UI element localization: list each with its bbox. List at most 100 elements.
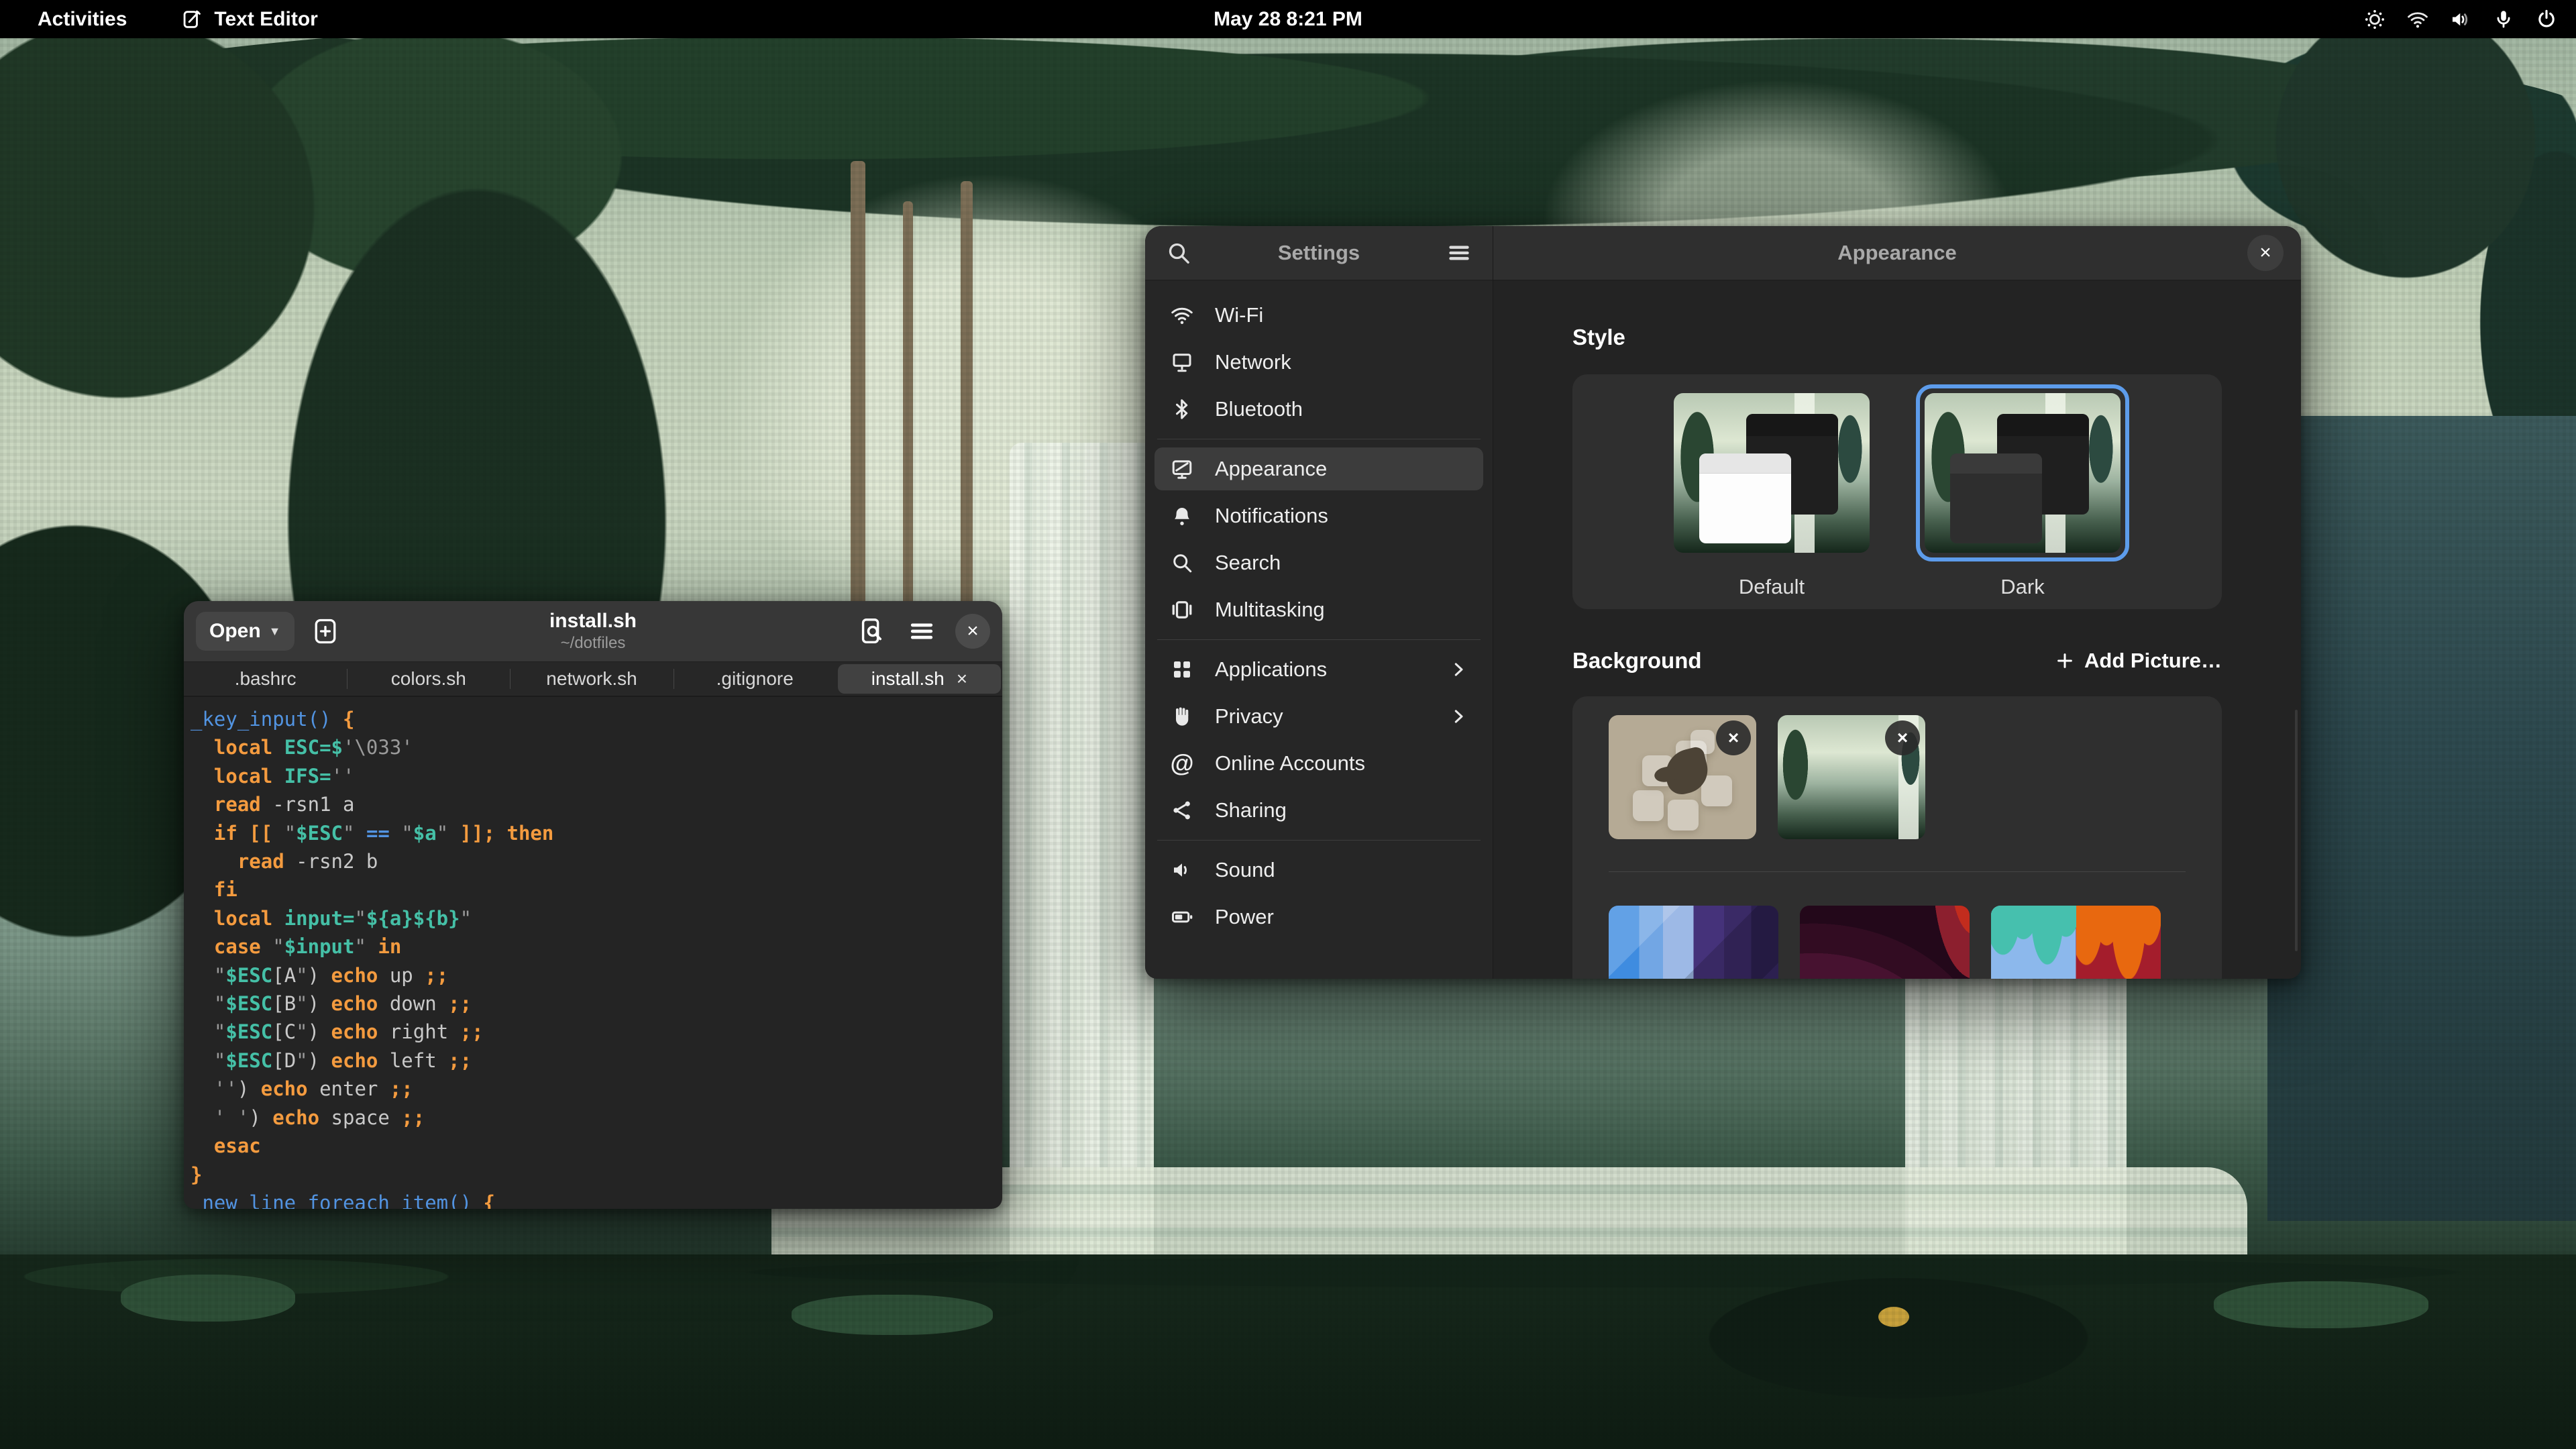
blue-orange-drips-wallpaper[interactable]	[1991, 906, 2161, 979]
editor-title-area: install.sh ~/dotfiles	[549, 610, 637, 653]
code-line: _new_line_foreach_item() {	[191, 1189, 996, 1209]
chevron-right-icon	[1448, 706, 1468, 727]
glass-dragon-wallpaper[interactable]: ×	[1609, 715, 1756, 839]
code-line: case "$input" in	[191, 932, 996, 961]
tab-install.sh[interactable]: install.sh ×	[838, 664, 1001, 694]
top-bar: Activities Text Editor May 28 8:21 PM	[0, 0, 2576, 38]
style-selector: Default Dark	[1572, 374, 2222, 609]
style-option-label: Dark	[1916, 575, 2129, 599]
main-menu-button[interactable]	[906, 615, 938, 647]
desktop: Activities Text Editor May 28 8:21 PM Op…	[0, 0, 2576, 1449]
clock[interactable]: May 28 8:21 PM	[1214, 8, 1362, 31]
settings-sidebar: Settings Wi-Fi Network Bluetooth Appeara…	[1145, 226, 1493, 979]
open-document-button[interactable]: Open ▼	[196, 612, 294, 651]
code-line: esac	[191, 1132, 996, 1160]
code-line: '') echo enter ;;	[191, 1075, 996, 1103]
focused-app-menu[interactable]: Text Editor	[179, 7, 317, 32]
blue-purple-geometric-wallpaper[interactable]	[1609, 906, 1778, 979]
battery-icon	[1169, 904, 1195, 930]
search-document-button[interactable]	[856, 615, 888, 647]
tab-colors.sh[interactable]: colors.sh	[347, 662, 510, 696]
chevron-right-icon	[1448, 659, 1468, 680]
settings-nav-list: Wi-Fi Network Bluetooth Appearance Notif…	[1145, 280, 1493, 979]
settings-menu-button[interactable]	[1443, 237, 1475, 269]
volume-icon[interactable]	[2449, 7, 2473, 32]
document-title: install.sh	[549, 610, 637, 633]
editor-headerbar: Open ▼ install.sh ~/dotfiles ×	[184, 601, 1002, 662]
style-option-label: Default	[1665, 575, 1878, 599]
panel-headerbar: Appearance ×	[1493, 226, 2301, 280]
editor-close-button[interactable]: ×	[955, 614, 990, 649]
microphone-icon[interactable]	[2491, 7, 2516, 32]
speaker-icon	[1169, 857, 1195, 883]
sidebar-item-search[interactable]: Search	[1155, 541, 1483, 584]
appearance-panel: Appearance × Style Default Dark	[1493, 226, 2301, 979]
system-status-area[interactable]	[2363, 7, 2559, 32]
sidebar-separator	[1157, 840, 1481, 841]
sidebar-item-notifications[interactable]: Notifications	[1155, 494, 1483, 537]
power-icon[interactable]	[2534, 7, 2559, 32]
applications-grid-icon	[1169, 657, 1195, 682]
background-card: × ×	[1572, 696, 2222, 979]
code-line: "$ESC[C") echo right ;;	[191, 1018, 996, 1046]
at-icon: @	[1169, 751, 1195, 776]
sidebar-item-wi-fi[interactable]: Wi-Fi	[1155, 294, 1483, 337]
maroon-waves-wallpaper[interactable]	[1800, 906, 1970, 979]
network-icon	[1169, 350, 1195, 375]
code-line: _key_input() {	[191, 705, 996, 733]
sidebar-item-sharing[interactable]: Sharing	[1155, 789, 1483, 832]
background-separator	[1609, 871, 2186, 872]
bluetooth-icon	[1169, 396, 1195, 422]
sidebar-separator	[1157, 639, 1481, 640]
sidebar-item-multitasking[interactable]: Multitasking	[1155, 588, 1483, 631]
remove-wallpaper-button[interactable]: ×	[1885, 720, 1920, 755]
remove-wallpaper-button[interactable]: ×	[1716, 720, 1751, 755]
user-wallpapers-row: × ×	[1609, 715, 2186, 839]
sidebar-headerbar: Settings	[1145, 226, 1493, 280]
code-line: local ESC=$'\033'	[191, 733, 996, 761]
code-editor[interactable]: _key_input() { local ESC=$'\033' local I…	[184, 697, 1002, 1209]
bell-icon	[1169, 503, 1195, 529]
sidebar-item-power[interactable]: Power	[1155, 896, 1483, 938]
pencil-square-icon	[179, 7, 203, 32]
pixel-forest-wallpaper[interactable]: ×	[1778, 715, 1925, 839]
new-tab-button[interactable]	[309, 615, 341, 647]
code-line: if [[ "$ESC" == "$a" ]]; then	[191, 819, 996, 847]
style-option-default[interactable]: Default	[1665, 384, 1878, 599]
code-line: "$ESC[A") echo up ;;	[191, 961, 996, 989]
night-light-icon[interactable]	[2363, 7, 2387, 32]
sidebar-item-online-accounts[interactable]: @ Online Accounts	[1155, 742, 1483, 785]
appearance-body: Style Default Dark Background	[1493, 280, 2301, 979]
share-icon	[1169, 798, 1195, 823]
code-line: "$ESC[D") echo left ;;	[191, 1046, 996, 1075]
tab-.bashrc[interactable]: .bashrc	[184, 662, 347, 696]
activities-button[interactable]: Activities	[25, 8, 139, 31]
code-line: }	[191, 1161, 996, 1189]
settings-window: Settings Wi-Fi Network Bluetooth Appeara…	[1145, 226, 2301, 979]
dropdown-caret-icon: ▼	[269, 625, 281, 639]
wifi-icon[interactable]	[2406, 7, 2430, 32]
sidebar-item-applications[interactable]: Applications	[1155, 648, 1483, 691]
tab-close-icon[interactable]: ×	[957, 668, 967, 690]
focused-app-name: Text Editor	[214, 8, 317, 31]
panel-scrollbar[interactable]	[2295, 710, 2298, 951]
document-path: ~/dotfiles	[549, 634, 637, 653]
settings-close-button[interactable]: ×	[2247, 235, 2284, 271]
style-heading: Style	[1572, 325, 2222, 350]
plus-icon	[2055, 651, 2075, 671]
style-option-dark[interactable]: Dark	[1916, 384, 2129, 599]
sidebar-item-privacy[interactable]: Privacy	[1155, 695, 1483, 738]
settings-search-button[interactable]	[1163, 237, 1195, 269]
settings-title: Settings	[1278, 241, 1360, 265]
tab-bar: .bashrc colors.sh network.sh .gitignore …	[184, 662, 1002, 697]
background-heading: Background	[1572, 648, 1702, 674]
sidebar-item-sound[interactable]: Sound	[1155, 849, 1483, 892]
sidebar-item-appearance[interactable]: Appearance	[1155, 447, 1483, 490]
add-picture-button[interactable]: Add Picture…	[2055, 649, 2222, 673]
tab-network.sh[interactable]: network.sh	[510, 662, 673, 696]
sidebar-item-network[interactable]: Network	[1155, 341, 1483, 384]
wifi-icon	[1169, 303, 1195, 328]
panel-title: Appearance	[1837, 241, 1956, 265]
sidebar-item-bluetooth[interactable]: Bluetooth	[1155, 388, 1483, 431]
tab-.gitignore[interactable]: .gitignore	[674, 662, 837, 696]
